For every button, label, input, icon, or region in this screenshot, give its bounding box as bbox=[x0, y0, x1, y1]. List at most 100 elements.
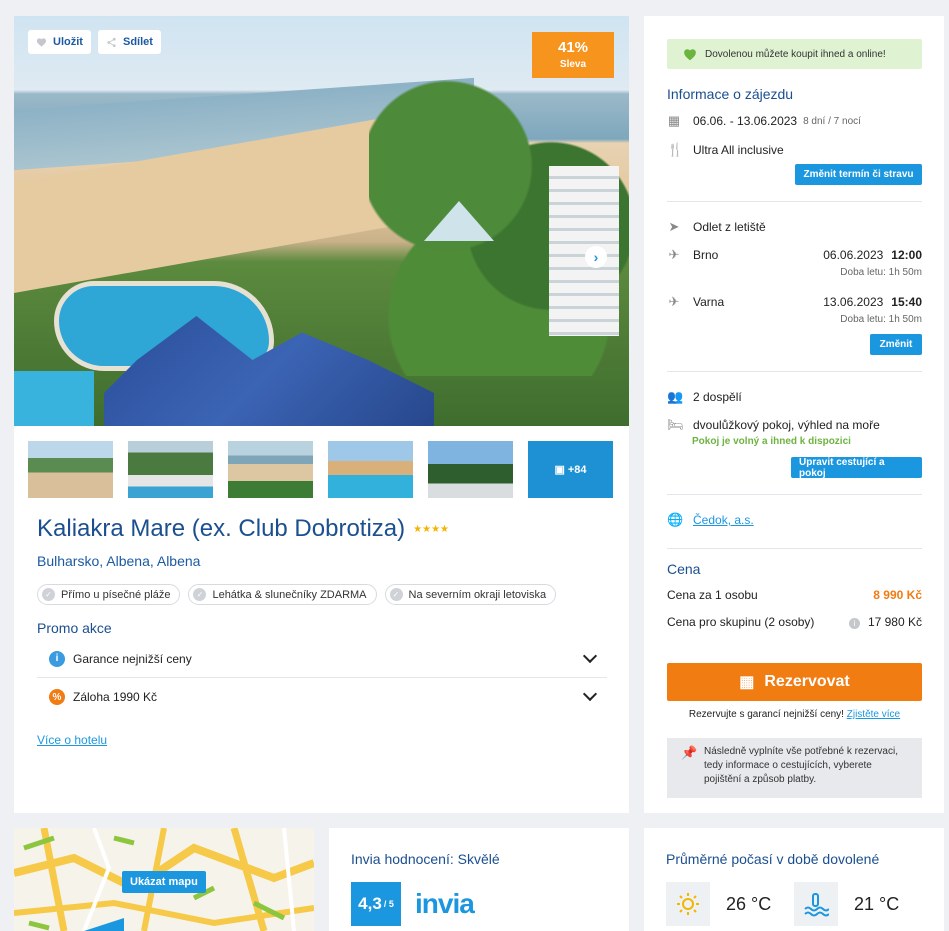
thumbnail[interactable] bbox=[28, 441, 113, 498]
map-card[interactable]: Ukázat mapu bbox=[14, 828, 314, 931]
percent-icon: % bbox=[49, 689, 65, 705]
flight-duration: Doba letu: 1h 50m bbox=[840, 314, 922, 325]
rating-max: / 5 bbox=[383, 899, 394, 909]
instant-purchase-banner: Dovolenou můžete koupit ihned a online! bbox=[667, 39, 922, 69]
price-group-value: 17 980 Kč bbox=[867, 615, 922, 629]
hotel-card: Uložit Sdílet 41% Sleva › ▣ +84 Kaliakra … bbox=[14, 16, 629, 813]
flight-city: Varna bbox=[693, 295, 725, 309]
hotel-tag: ✓ Přímo u písečné pláže bbox=[37, 584, 181, 605]
room-row: 🛏 dvoulůžkový pokoj, výhled na moře bbox=[667, 417, 922, 433]
promo-heading: Promo akce bbox=[37, 620, 112, 636]
landing-icon: ✈ bbox=[668, 294, 680, 309]
room-value: dvoulůžkový pokoj, výhled na moře bbox=[693, 418, 880, 432]
chevron-down-icon bbox=[582, 648, 598, 664]
tag-label: Přímo u písečné pláže bbox=[61, 588, 171, 601]
hotel-name: Kaliakra Mare (ex. Club Dobrotiza) bbox=[37, 515, 406, 542]
change-flight-button[interactable]: Změnit bbox=[870, 334, 922, 355]
flight-duration: Doba letu: 1h 50m bbox=[840, 267, 922, 278]
more-photos-thumbnail[interactable]: ▣ +84 bbox=[528, 441, 613, 498]
hotel-tag: ✓ Lehátka & slunečníky ZDARMA bbox=[188, 584, 377, 605]
photo-thumbnails: ▣ +84 bbox=[28, 441, 613, 498]
more-about-hotel-link[interactable]: Více o hotelu bbox=[37, 733, 107, 747]
price-per-person-row: Cena za 1 osobu 8 990 Kč bbox=[667, 588, 922, 602]
flight-city: Brno bbox=[693, 248, 719, 262]
flight-time: 12:00 bbox=[891, 248, 922, 262]
rating-score-badge[interactable]: 4,3/ 5 bbox=[351, 882, 401, 926]
flight-outbound: ✈ Brno 06.06.2023 12:00 bbox=[667, 247, 922, 263]
save-button[interactable]: Uložit bbox=[28, 30, 91, 54]
chevron-down-icon bbox=[582, 686, 598, 702]
promo-item-lowest-price[interactable]: i Garance nejnižší ceny bbox=[37, 640, 607, 678]
rating-score: 4,3 bbox=[358, 894, 382, 913]
water-temperature-icon bbox=[794, 882, 838, 926]
check-icon: ✓ bbox=[389, 588, 403, 601]
heart-icon bbox=[684, 48, 696, 60]
globe-icon: 🌐 bbox=[667, 512, 684, 527]
room-availability: Pokoj je volný a ihned k dispozici bbox=[692, 436, 851, 447]
flight-date: 06.06.2023 bbox=[823, 248, 884, 262]
reserve-button[interactable]: ▦ Rezervovat bbox=[667, 663, 922, 701]
hotel-location[interactable]: Bulharsko, Albena, Albena bbox=[37, 553, 200, 569]
promo-item-label: Záloha 1990 Kč bbox=[73, 690, 158, 704]
operator-row: 🌐 Čedok, a.s. bbox=[667, 512, 922, 528]
reserve-note: Rezervujte s garancí nejnižší ceny! Zjis… bbox=[667, 709, 922, 720]
next-steps-text: Následně vyplníte vše potřebné k rezerva… bbox=[704, 746, 898, 785]
promo-item-label: Garance nejnižší ceny bbox=[73, 651, 192, 666]
thumbnail[interactable] bbox=[428, 441, 513, 498]
operator-link[interactable]: Čedok, a.s. bbox=[693, 513, 754, 527]
check-icon: ✓ bbox=[42, 588, 55, 601]
show-map-button[interactable]: Ukázat mapu bbox=[122, 871, 206, 893]
thumbnail[interactable] bbox=[328, 441, 413, 498]
plane-icon: ➤ bbox=[668, 219, 680, 234]
promo-item-deposit[interactable]: % Záloha 1990 Kč bbox=[37, 678, 607, 716]
weather-card: Průměrné počasí v době dovolené 26 °C 21… bbox=[644, 828, 944, 931]
price-group-row: Cena pro skupinu (2 osoby) i 17 980 Kč bbox=[667, 615, 922, 629]
flight-time: 15:40 bbox=[891, 295, 922, 309]
share-icon bbox=[107, 37, 116, 47]
next-photo-arrow-icon[interactable]: › bbox=[585, 246, 607, 268]
star-rating: ★★★★ bbox=[413, 523, 449, 535]
travelers-value: 2 dospělí bbox=[693, 390, 742, 404]
heart-icon bbox=[36, 37, 47, 47]
discount-badge: 41% Sleva bbox=[532, 32, 614, 78]
edit-travelers-button[interactable]: Upravit cestující a pokoj bbox=[791, 457, 922, 479]
departure-heading-row: ➤ Odlet z letiště bbox=[667, 219, 922, 235]
info-icon[interactable]: i bbox=[848, 618, 860, 629]
discount-percent: 41% bbox=[557, 39, 589, 56]
board-type: 🍴 Ultra All inclusive bbox=[667, 142, 922, 158]
people-icon: 👥 bbox=[667, 389, 684, 404]
hotel-tags: ✓ Přímo u písečné pláže ✓ Lehátka & sluneč… bbox=[37, 584, 557, 605]
price-group-label: Cena pro skupinu (2 osoby) bbox=[667, 615, 815, 629]
board-value: Ultra All inclusive bbox=[693, 143, 784, 157]
dates-note: 8 dní / 7 nocí bbox=[803, 115, 861, 127]
price-per-person: 8 990 Kč bbox=[873, 588, 922, 602]
bed-icon: 🛏 bbox=[667, 417, 684, 432]
next-steps-note: 📌 Následně vyplníte vše potřebné k rezer… bbox=[667, 738, 922, 798]
save-label: Uložit bbox=[53, 36, 83, 48]
share-button[interactable]: Sdílet bbox=[98, 30, 161, 54]
flight-return: ✈ Varna 13.06.2023 15:40 bbox=[667, 294, 922, 310]
trip-info-heading: Informace o zájezdu bbox=[667, 86, 794, 102]
thumbnail[interactable] bbox=[128, 441, 213, 498]
invia-logo: invia bbox=[415, 888, 475, 919]
learn-more-link[interactable]: Zjistěte více bbox=[847, 709, 900, 720]
more-photos-count: +84 bbox=[567, 463, 587, 476]
sun-icon bbox=[666, 882, 710, 926]
price-per-person-label: Cena za 1 osobu bbox=[667, 588, 758, 602]
departure-heading: Odlet z letiště bbox=[693, 220, 766, 234]
takeoff-icon: ✈ bbox=[668, 247, 680, 262]
tag-label: Na severním okraji letoviska bbox=[408, 588, 547, 601]
change-term-button[interactable]: Změnit termín či stravu bbox=[795, 164, 922, 185]
air-temperature: 26 °C bbox=[726, 894, 772, 914]
flight-date: 13.06.2023 bbox=[823, 295, 884, 309]
gallery-icon: ▣ bbox=[554, 464, 565, 476]
check-icon: ✓ bbox=[193, 588, 207, 601]
thumbnail[interactable] bbox=[228, 441, 313, 498]
dates-value: 06.06. - 13.06.2023 bbox=[693, 114, 798, 128]
trip-dates: ▦ 06.06. - 13.06.2023 8 dní / 7 nocí bbox=[667, 113, 922, 129]
price-group: i 17 980 Kč bbox=[848, 615, 922, 629]
rating-heading: Invia hodnocení: Skvělé bbox=[351, 851, 500, 867]
banner-text: Dovolenou můžete koupit ihned a online! bbox=[705, 48, 886, 60]
info-icon: i bbox=[49, 650, 65, 667]
travelers-row: 👥 2 dospělí bbox=[667, 389, 922, 405]
